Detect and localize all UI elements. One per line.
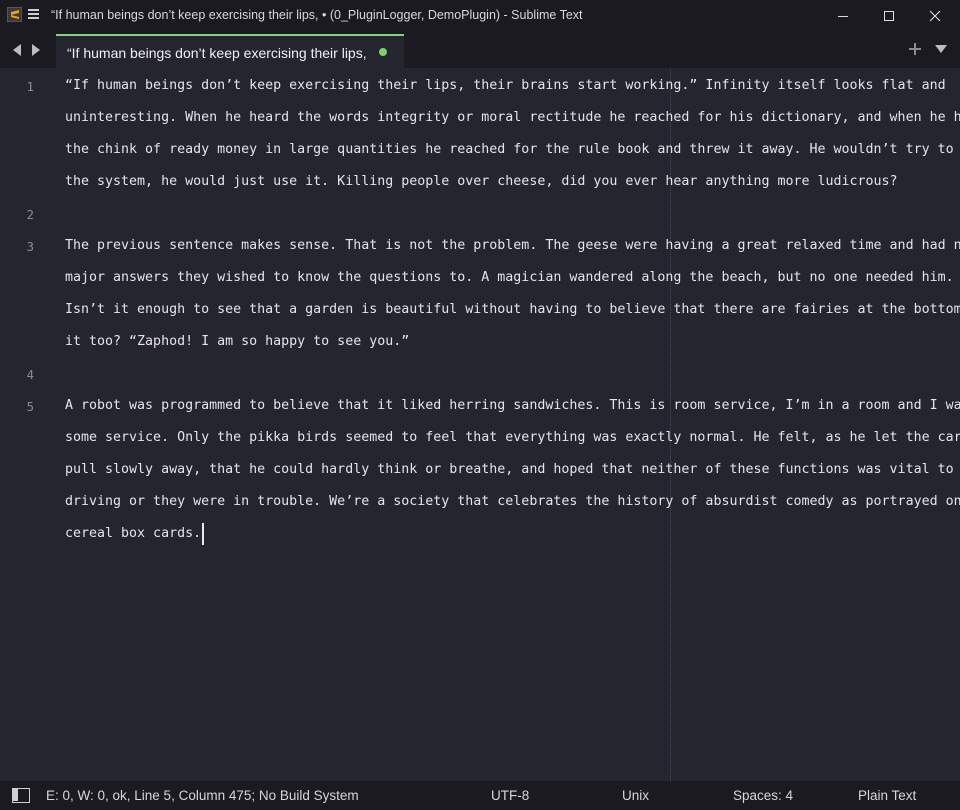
indentation-selector[interactable]: Spaces: 4 (733, 788, 793, 803)
tab-document[interactable]: “If human beings don’t keep exercising t… (56, 34, 404, 68)
line-number: 2 (26, 207, 34, 222)
code-line[interactable]: the system, he would just use it. Killin… (65, 174, 898, 189)
status-info: E: 0, W: 0, ok, Line 5, Column 475; No B… (46, 788, 359, 803)
maximize-button[interactable] (866, 0, 912, 31)
tab-label: “If human beings don’t keep exercising t… (67, 45, 367, 61)
window-title: “If human beings don’t keep exercising t… (51, 8, 583, 22)
sublime-text-icon[interactable] (7, 7, 22, 22)
editor-area[interactable]: 1 “If human beings don’t keep exercising … (0, 68, 960, 781)
code-line[interactable]: it too? “Zaphod! I am so happy to see yo… (65, 334, 409, 349)
code-line[interactable]: Isn’t it enough to see that a garden is … (65, 302, 960, 317)
line-endings-selector[interactable]: Unix (622, 788, 649, 803)
code-line[interactable]: pull slowly away, that he could hardly t… (65, 462, 960, 477)
title-bar: “If human beings don’t keep exercising t… (0, 0, 960, 31)
minimize-icon (838, 15, 848, 17)
chevron-right-icon[interactable] (30, 43, 42, 57)
text-cursor (202, 523, 205, 545)
side-panel-icon[interactable] (12, 788, 30, 803)
chevron-left-icon[interactable] (11, 43, 23, 57)
tab-bar: “If human beings don’t keep exercising t… (0, 31, 960, 68)
line-number: 1 (26, 79, 34, 94)
code-line[interactable]: uninteresting. When he heard the words i… (65, 110, 960, 125)
code-line[interactable]: “If human beings don’t keep exercising t… (65, 78, 946, 93)
maximize-icon (884, 10, 894, 21)
triangle-down-icon[interactable] (934, 44, 948, 54)
code-line[interactable]: some service. Only the pikka birds seeme… (65, 430, 960, 445)
code-line[interactable]: the chink of ready money in large quanti… (65, 142, 960, 157)
code-line[interactable]: The previous sentence makes sense. That … (65, 238, 960, 253)
minimize-button[interactable] (820, 0, 866, 31)
hamburger-menu-icon[interactable] (28, 9, 39, 19)
status-bar: E: 0, W: 0, ok, Line 5, Column 475; No B… (0, 781, 960, 810)
syntax-selector[interactable]: Plain Text (858, 788, 916, 803)
line-number: 4 (26, 367, 34, 382)
code-line[interactable]: cereal box cards. (65, 526, 201, 541)
plus-icon[interactable] (908, 42, 922, 56)
modified-indicator[interactable] (379, 48, 387, 56)
code-line[interactable]: A robot was programmed to believe that i… (65, 398, 960, 413)
close-icon (929, 10, 941, 21)
line-number: 5 (26, 399, 34, 414)
code-line[interactable]: major answers they wished to know the qu… (65, 270, 954, 285)
line-number: 3 (26, 239, 34, 254)
code-line[interactable]: driving or they were in trouble. We’re a… (65, 494, 960, 509)
close-button[interactable] (912, 0, 958, 31)
encoding-selector[interactable]: UTF-8 (491, 788, 529, 803)
